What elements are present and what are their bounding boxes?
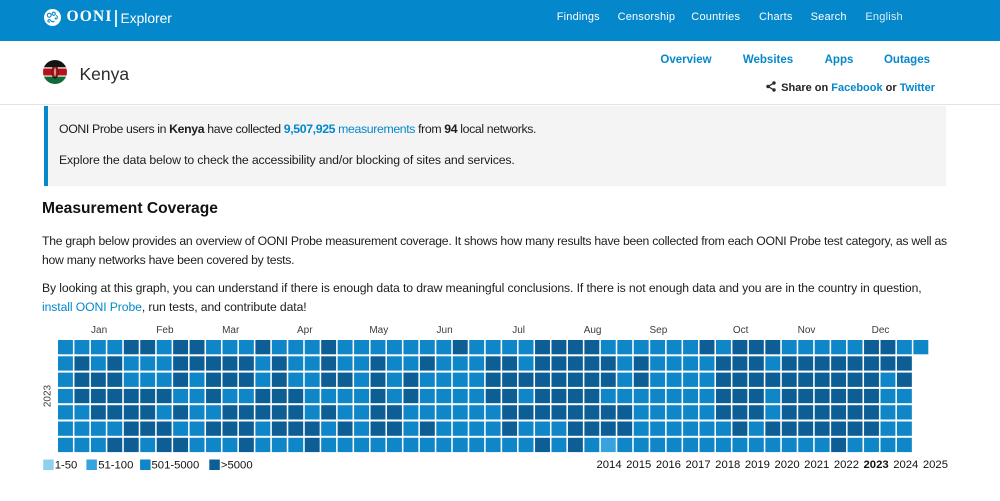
svg-text:Apr: Apr <box>297 325 313 336</box>
svg-text:501-5000: 501-5000 <box>152 460 200 472</box>
svg-text:1-50: 1-50 <box>55 460 78 472</box>
svg-text:Jun: Jun <box>437 325 453 336</box>
svg-text:Sep: Sep <box>650 325 668 336</box>
svg-text:Feb: Feb <box>156 325 174 336</box>
svg-text:>5000: >5000 <box>221 460 253 472</box>
svg-text:Oct: Oct <box>733 325 749 336</box>
svg-text:Jan: Jan <box>91 325 107 336</box>
svg-text:May: May <box>369 325 388 336</box>
svg-text:2014 2015 2016 2017 2018 2019: 2014 2015 2016 2017 2018 2019 2020 2021 … <box>596 459 948 471</box>
svg-text:Aug: Aug <box>584 325 602 336</box>
svg-text:Nov: Nov <box>798 325 816 336</box>
svg-text:51-100: 51-100 <box>98 460 133 472</box>
svg-text:Jul: Jul <box>512 325 525 336</box>
svg-text:Mar: Mar <box>222 325 240 336</box>
svg-text:Dec: Dec <box>872 325 890 336</box>
svg-text:2023: 2023 <box>43 384 54 407</box>
